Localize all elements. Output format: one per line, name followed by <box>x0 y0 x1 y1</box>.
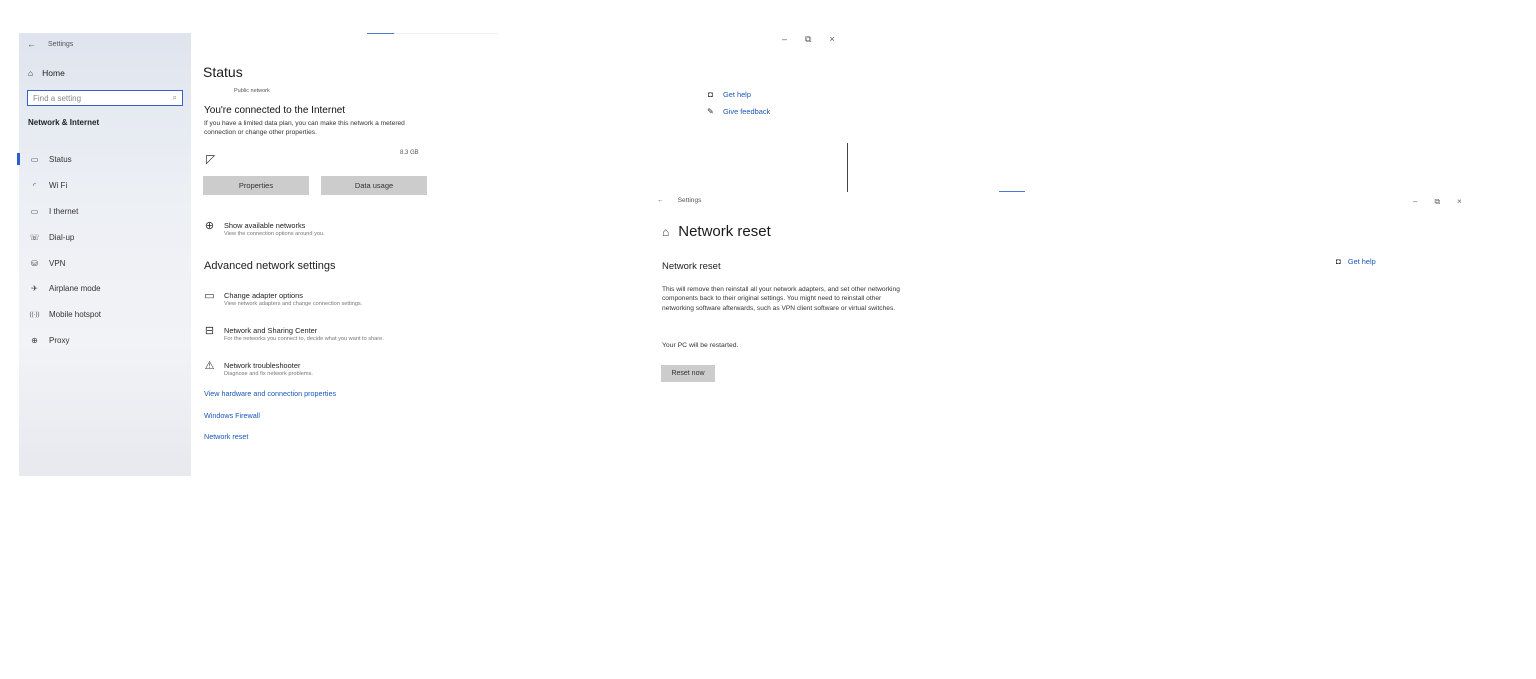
sidebar-item-label: Status <box>49 155 72 165</box>
give-feedback-label: Give feedback <box>723 107 771 116</box>
sidebar-item-dialup[interactable]: ☏ Dial-up <box>19 224 191 250</box>
sidebar-item-airplane-mode[interactable]: ✈ Airplane mode <box>19 276 191 302</box>
focus-indicator <box>999 191 1025 192</box>
network-sharing-icon: ⊟ <box>204 325 215 337</box>
warning-icon: ⚠ <box>204 360 215 372</box>
metered-text: If you have a limited data plan, you can… <box>204 120 405 137</box>
entry-title: Show available networks <box>224 221 306 230</box>
airplane-icon: ✈ <box>31 284 38 294</box>
sidebar-item-vpn[interactable]: ⛁ VPN <box>19 250 191 276</box>
sidebar-item-label: Dial-up <box>49 232 75 242</box>
sidebar-item-label: VPN <box>49 258 66 268</box>
wifi-icon: ◜ <box>32 181 37 191</box>
restore-icon[interactable]: ⧉ <box>1434 197 1440 207</box>
titlebar: ← Settings <box>657 197 701 204</box>
data-size: 8.3 GB <box>400 150 419 156</box>
reset-now-button[interactable]: Reset now <box>661 365 715 382</box>
sidebar-nav: ▭ Status ◜ Wi Fi ▭ I thernet ☏ Dial-up ⛁… <box>17 147 191 354</box>
home-icon[interactable]: ⌂ <box>662 225 669 239</box>
page-header: ⌂ Network reset <box>662 223 771 240</box>
entry-subtitle: View network adapters and change connect… <box>224 301 363 307</box>
sidebar-item-label: I thernet <box>49 206 79 216</box>
entry-subtitle: Diagnose and fix network problems. <box>224 371 313 377</box>
feedback-icon: ✎ <box>707 107 714 116</box>
window-controls: – ⧉ × <box>782 34 835 45</box>
sidebar-item-label: Mobile hotspot <box>49 310 102 320</box>
minimize-icon[interactable]: – <box>1413 197 1417 207</box>
properties-button[interactable]: Properties <box>203 176 309 195</box>
sidebar-item-mobile-hotspot[interactable]: ((·)) Mobile hotspot <box>19 302 191 328</box>
close-icon[interactable]: × <box>829 34 834 45</box>
back-arrow-icon[interactable]: ← <box>27 39 36 49</box>
windows-firewall-link[interactable]: Windows Firewall <box>204 411 260 420</box>
sidebar-home[interactable]: ⌂ Home <box>28 68 65 78</box>
search-input[interactable]: Find a setting ⌕ <box>27 90 183 106</box>
page-title: Status <box>203 64 243 80</box>
help-icon: ◘ <box>708 90 713 99</box>
adapter-options-entry[interactable]: ▭ Change adapter options View network ad… <box>203 290 363 308</box>
reset-description: This will remove then reinstall all your… <box>662 286 900 312</box>
network-type: Public network <box>234 88 270 94</box>
vpn-icon: ⛁ <box>31 258 38 268</box>
titlebar: ← Settings <box>27 39 73 49</box>
sidebar-item-status[interactable]: ▭ Status <box>17 147 191 173</box>
give-feedback-link[interactable]: ✎ Give feedback <box>706 107 770 116</box>
sidebar-item-label: Proxy <box>49 335 70 345</box>
window-title: Settings <box>677 197 702 204</box>
get-help-label: Get help <box>1347 257 1376 266</box>
minimize-icon[interactable]: – <box>782 34 787 45</box>
sidebar-item-proxy[interactable]: ⊕ Proxy <box>19 328 191 354</box>
sidebar-item-wifi[interactable]: ◜ Wi Fi <box>19 173 191 199</box>
settings-sidebar: ← Settings ⌂ Home Find a setting ⌕ Netwo… <box>17 33 191 476</box>
sharing-center-entry[interactable]: ⊟ Network and Sharing Center For the net… <box>203 325 384 343</box>
window-controls: – ⧉ × <box>1413 197 1462 207</box>
help-icon: ◘ <box>1336 257 1341 266</box>
divider <box>394 33 499 34</box>
show-networks-entry[interactable]: ⊕ Show available networks View the conne… <box>203 220 325 238</box>
restore-icon[interactable]: ⧉ <box>805 34 811 45</box>
advanced-heading: Advanced network settings <box>204 260 336 272</box>
get-help-link[interactable]: ◘ Get help <box>706 90 751 99</box>
sidebar-item-label: Airplane mode <box>49 284 101 294</box>
get-help-link[interactable]: ◘ Get help <box>1336 257 1376 266</box>
get-help-label: Get help <box>723 90 751 99</box>
hotspot-icon: ((·)) <box>29 311 40 318</box>
sidebar-item-label: Wi Fi <box>49 181 68 191</box>
connection-status: You're connected to the Internet <box>204 105 346 116</box>
status-icon: ▭ <box>30 155 39 165</box>
home-icon: ⌂ <box>28 68 34 78</box>
entry-title: Change adapter options <box>224 291 303 300</box>
back-arrow-icon[interactable]: ← <box>657 197 664 204</box>
ethernet-icon: ▭ <box>30 206 39 216</box>
entry-title: Network and Sharing Center <box>224 326 318 335</box>
focus-indicator <box>367 33 394 34</box>
search-icon: ⌕ <box>172 93 177 102</box>
section-heading: Network & Internet <box>28 118 100 127</box>
data-usage-button[interactable]: Data usage <box>321 176 427 195</box>
section-heading: Network reset <box>662 261 721 272</box>
network-reset-link[interactable]: Network reset <box>204 432 248 441</box>
entry-title: Network troubleshooter <box>224 361 301 370</box>
dialup-icon: ☏ <box>29 232 40 242</box>
monitor-icon: ▭ <box>204 290 215 302</box>
text-cursor <box>847 143 848 192</box>
home-label: Home <box>42 68 65 78</box>
close-icon[interactable]: × <box>1457 197 1462 207</box>
hardware-properties-link[interactable]: View hardware and connection properties <box>204 389 336 398</box>
globe-icon: ⊕ <box>31 335 38 345</box>
sidebar-item-ethernet[interactable]: ▭ I thernet <box>19 199 191 225</box>
page-title: Network reset <box>678 223 771 240</box>
restart-note: Your PC will be restarted. <box>662 342 739 349</box>
entry-subtitle: View the connection options around you. <box>224 231 325 237</box>
troubleshooter-entry[interactable]: ⚠ Network troubleshooter Diagnose and fi… <box>203 360 313 378</box>
wifi-signal-icon: ◸ <box>206 152 216 166</box>
entry-subtitle: For the networks you connect to, decide … <box>224 336 384 342</box>
globe-icon: ⊕ <box>204 220 215 232</box>
search-placeholder: Find a setting <box>33 93 82 103</box>
window-title: Settings <box>48 40 74 48</box>
